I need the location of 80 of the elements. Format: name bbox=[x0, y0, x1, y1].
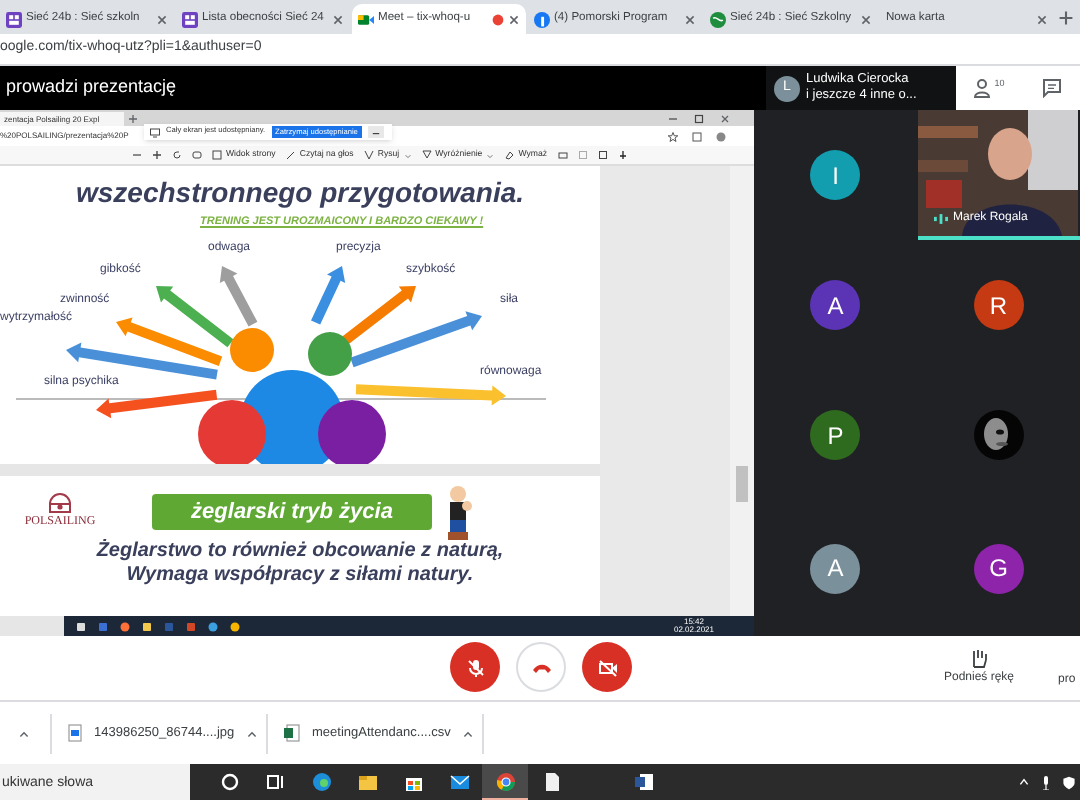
caret-icon bbox=[403, 151, 412, 159]
expand-button[interactable] bbox=[246, 727, 259, 739]
expand-button[interactable] bbox=[18, 727, 30, 739]
people-icon bbox=[974, 78, 995, 98]
slide-banner: żeglarski tryb życia bbox=[152, 494, 432, 530]
folder-icon[interactable] bbox=[142, 621, 152, 631]
tool-icon bbox=[504, 150, 515, 160]
image-file-icon bbox=[68, 724, 82, 742]
slide-title: wszechstronnego przygotowania. bbox=[73, 174, 527, 212]
hand-icon bbox=[970, 648, 989, 668]
hang-up-button[interactable] bbox=[516, 642, 566, 692]
globe-icon bbox=[710, 11, 726, 27]
close-icon[interactable] bbox=[332, 13, 344, 25]
avatar: I bbox=[810, 150, 861, 200]
tool-icon bbox=[212, 150, 222, 160]
spreadsheet-icon bbox=[284, 724, 300, 742]
favorites-icon[interactable] bbox=[692, 131, 702, 141]
close-icon[interactable] bbox=[860, 13, 872, 25]
zoom-in-icon[interactable] bbox=[152, 150, 162, 160]
caret-icon[interactable] bbox=[1018, 776, 1030, 788]
pin-icon[interactable] bbox=[617, 150, 627, 160]
save-as-icon[interactable] bbox=[597, 150, 607, 160]
circle-icon bbox=[534, 11, 550, 27]
folder-icon bbox=[357, 772, 377, 792]
scrollbar[interactable] bbox=[730, 166, 754, 616]
plus-icon bbox=[128, 114, 138, 124]
camera-button[interactable] bbox=[582, 642, 632, 692]
slide-text: Wymaga współpracy z siłami natury. bbox=[126, 564, 474, 588]
caret-icon bbox=[486, 151, 495, 159]
screen-icon bbox=[150, 127, 160, 137]
microphone-button[interactable] bbox=[450, 642, 500, 692]
close-icon[interactable] bbox=[684, 13, 696, 25]
chat-button[interactable] bbox=[1041, 78, 1062, 98]
fit-icon[interactable] bbox=[192, 150, 202, 160]
grid-icon bbox=[182, 11, 198, 27]
star-icon[interactable] bbox=[668, 131, 678, 141]
restore-icon[interactable] bbox=[694, 113, 704, 123]
circle-icon[interactable] bbox=[230, 621, 240, 631]
microphone-icon[interactable] bbox=[1040, 775, 1052, 789]
hide-button[interactable] bbox=[367, 126, 384, 138]
rotate-icon[interactable] bbox=[172, 150, 182, 160]
video-camera-icon bbox=[358, 11, 374, 27]
plus-icon bbox=[1058, 10, 1074, 26]
minimize-icon[interactable] bbox=[668, 113, 678, 123]
expand-button[interactable] bbox=[462, 727, 475, 739]
avatar: P bbox=[810, 410, 861, 460]
close-icon[interactable] bbox=[720, 113, 730, 123]
shield-icon[interactable] bbox=[1062, 775, 1076, 789]
avatar: A bbox=[810, 280, 861, 330]
microphone-off-icon bbox=[465, 657, 485, 677]
camera-off-icon bbox=[597, 657, 617, 677]
avatar: G bbox=[973, 543, 1024, 593]
print-icon[interactable] bbox=[557, 150, 567, 160]
zoom-out-icon[interactable] bbox=[132, 150, 142, 160]
bag-icon bbox=[403, 772, 423, 792]
close-icon[interactable] bbox=[156, 13, 168, 25]
new-tab-button[interactable] bbox=[128, 114, 138, 124]
audio-level-icon bbox=[933, 214, 947, 224]
circle-icon bbox=[219, 772, 239, 792]
slide-text: Żeglarstwo to również obcowanie z naturą, bbox=[96, 540, 504, 564]
pen-icon bbox=[363, 150, 374, 160]
profile-icon[interactable] bbox=[716, 131, 726, 141]
close-icon[interactable] bbox=[508, 13, 520, 25]
file-icon bbox=[541, 772, 561, 792]
task-view-icon bbox=[265, 772, 285, 792]
chat-icon bbox=[1041, 78, 1062, 98]
close-icon[interactable] bbox=[1036, 13, 1048, 25]
tool-icon bbox=[421, 150, 432, 160]
new-tab-button[interactable] bbox=[1056, 8, 1076, 28]
phone-icon bbox=[531, 661, 551, 673]
grid-icon bbox=[6, 11, 22, 27]
mail-icon bbox=[449, 772, 469, 792]
avatar: A bbox=[810, 543, 861, 593]
caret-icon bbox=[246, 727, 259, 739]
presenter-text: prowadzi prezentację bbox=[4, 74, 177, 101]
caret-icon bbox=[18, 727, 30, 739]
caret-icon bbox=[462, 727, 475, 739]
task-view-icon[interactable] bbox=[76, 621, 86, 631]
minimize-icon bbox=[371, 128, 380, 136]
avatar: R bbox=[973, 280, 1024, 330]
